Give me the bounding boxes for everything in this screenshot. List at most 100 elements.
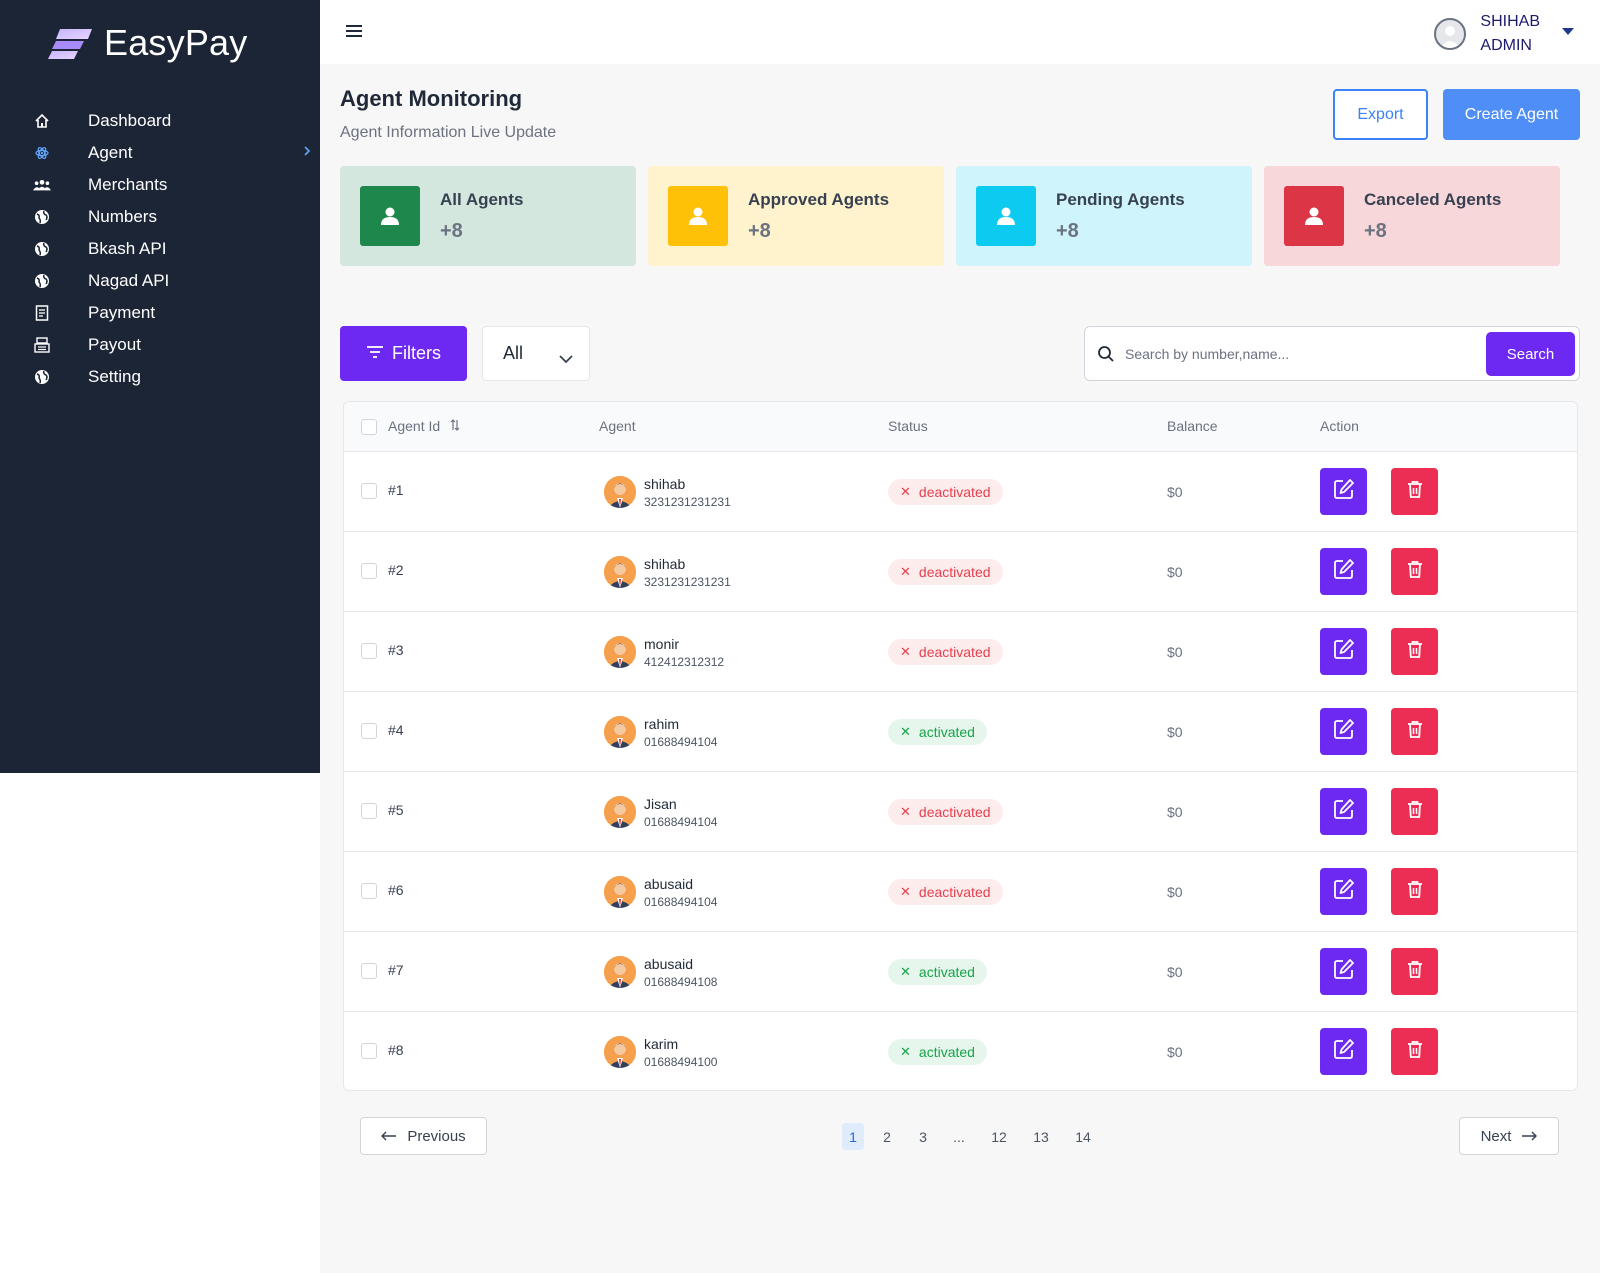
page-number[interactable]: 12 [988, 1123, 1010, 1150]
agent-id: #8 [388, 1042, 404, 1058]
caret-down-icon [1562, 28, 1574, 35]
delete-button[interactable] [1391, 548, 1438, 595]
agent-avatar [604, 476, 636, 508]
app-logo[interactable]: EasyPay [48, 22, 247, 64]
chevron-right-icon [302, 144, 312, 162]
edit-icon [1333, 558, 1355, 585]
edit-button[interactable] [1320, 548, 1367, 595]
status-text: deactivated [918, 804, 991, 820]
stat-card[interactable]: All Agents +8 [340, 166, 636, 266]
status-badge: ✕ activated [888, 1039, 987, 1065]
sidebar-item-label: Numbers [88, 207, 157, 226]
next-button[interactable]: Next [1459, 1117, 1559, 1155]
page-number[interactable]: 13 [1030, 1123, 1052, 1150]
status-select[interactable]: All [482, 326, 590, 381]
trash-icon [1407, 640, 1423, 663]
delete-button[interactable] [1391, 468, 1438, 515]
search-input[interactable] [1125, 335, 1475, 373]
status-badge: ✕ deactivated [888, 479, 1003, 505]
row-checkbox[interactable] [361, 803, 377, 819]
page-number[interactable]: 14 [1072, 1123, 1094, 1150]
sidebar-item-nagad-api[interactable]: Nagad API [0, 265, 320, 297]
logo-mark-icon [48, 23, 94, 63]
agent-balance: $0 [1167, 484, 1183, 500]
sidebar-item-payout[interactable]: Payout [0, 329, 320, 361]
filter-icon [366, 343, 384, 364]
agent-avatar [604, 956, 636, 988]
agent-number: 3231231231231 [644, 495, 731, 509]
edit-button[interactable] [1320, 948, 1367, 995]
sidebar-item-merchants[interactable]: Merchants [0, 169, 320, 201]
row-checkbox[interactable] [361, 643, 377, 659]
edit-icon [1333, 1038, 1355, 1065]
agent-name: shihab [644, 556, 686, 572]
table-row: #6 abusaid 01688494104 ✕ deactivated $0 [344, 852, 1577, 932]
app-name: EasyPay [104, 22, 248, 63]
stat-card[interactable]: Canceled Agents +8 [1264, 166, 1560, 266]
agent-balance: $0 [1167, 724, 1183, 740]
search-button[interactable]: Search [1486, 332, 1575, 376]
edit-button[interactable] [1320, 628, 1367, 675]
row-checkbox[interactable] [361, 963, 377, 979]
header-balance: Balance [1167, 418, 1218, 434]
page-number[interactable]: 1 [842, 1123, 864, 1150]
status-text: deactivated [918, 564, 991, 580]
edit-button[interactable] [1320, 708, 1367, 755]
previous-button[interactable]: Previous [360, 1117, 487, 1155]
select-all-checkbox[interactable] [361, 419, 377, 435]
delete-button[interactable] [1391, 788, 1438, 835]
trash-icon [1407, 560, 1423, 583]
row-checkbox[interactable] [361, 883, 377, 899]
agent-id: #3 [388, 642, 404, 658]
user-icon [976, 186, 1036, 246]
create-agent-button[interactable]: Create Agent [1443, 89, 1580, 140]
agent-avatar [604, 716, 636, 748]
sidebar-item-agent[interactable]: Agent [0, 137, 320, 169]
user-menu[interactable]: SHIHAB ADMIN [1434, 10, 1574, 58]
edit-button[interactable] [1320, 1028, 1367, 1075]
sidebar-item-payment[interactable]: Payment [0, 297, 320, 329]
sidebar-item-setting[interactable]: Setting [0, 361, 320, 393]
delete-button[interactable] [1391, 868, 1438, 915]
menu-toggle-icon[interactable] [346, 25, 362, 39]
delete-button[interactable] [1391, 1028, 1438, 1075]
export-button[interactable]: Export [1333, 89, 1428, 140]
delete-button[interactable] [1391, 708, 1438, 755]
delete-button[interactable] [1391, 628, 1438, 675]
stat-card[interactable]: Pending Agents +8 [956, 166, 1252, 266]
home-icon [33, 112, 51, 130]
trash-icon [1407, 480, 1423, 503]
edit-button[interactable] [1320, 788, 1367, 835]
chevron-down-icon [559, 348, 573, 369]
page-number[interactable]: 2 [876, 1123, 898, 1150]
table-row: #3 monir 412412312312 ✕ deactivated $0 [344, 612, 1577, 692]
edit-button[interactable] [1320, 468, 1367, 515]
sidebar-item-bkash-api[interactable]: Bkash API [0, 233, 320, 265]
agent-name: karim [644, 1036, 679, 1052]
stat-card-value: +8 [748, 220, 771, 242]
row-checkbox[interactable] [361, 1043, 377, 1059]
table-row: #4 rahim 01688494104 ✕ activated $0 [344, 692, 1577, 772]
edit-icon [1333, 878, 1355, 905]
agent-id: #2 [388, 562, 404, 578]
page-subtitle: Agent Information Live Update [340, 124, 557, 141]
row-checkbox[interactable] [361, 723, 377, 739]
delete-button[interactable] [1391, 948, 1438, 995]
globe-icon [33, 240, 51, 258]
stat-card[interactable]: Approved Agents +8 [648, 166, 944, 266]
edit-button[interactable] [1320, 868, 1367, 915]
sidebar-item-dashboard[interactable]: Dashboard [0, 105, 320, 137]
page-number[interactable]: 3 [912, 1123, 934, 1150]
register-icon [33, 336, 51, 354]
agent-name: abusaid [644, 956, 694, 972]
sidebar-item-label: Agent [88, 143, 133, 162]
row-checkbox[interactable] [361, 483, 377, 499]
page-title: Agent Monitoring [340, 86, 523, 111]
main-content: SHIHAB ADMIN Agent Monitoring Agent Info… [320, 0, 1600, 1273]
row-checkbox[interactable] [361, 563, 377, 579]
sidebar-item-label: Merchants [88, 175, 168, 194]
status-badge: ✕ deactivated [888, 559, 1003, 585]
filters-button[interactable]: Filters [340, 326, 467, 381]
header-agent-id[interactable]: Agent Id [388, 418, 460, 434]
sidebar-item-numbers[interactable]: Numbers [0, 201, 320, 233]
